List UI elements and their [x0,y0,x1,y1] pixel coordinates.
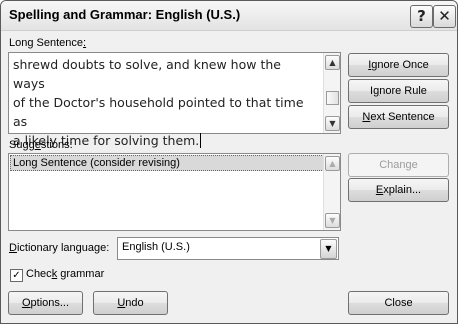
suggestions-label-post: stions: [40,139,73,151]
options-button[interactable]: Options... [8,291,83,315]
undo-button[interactable]: Undo [93,291,168,315]
dictionary-language-label: Dictionary language: [9,242,109,254]
sentence-label-text: Long Sentence [9,37,84,49]
suggestion-item[interactable]: Long Sentence (consider revising) [10,155,324,171]
scroll-down-arrow-icon[interactable]: ▼ [325,116,340,131]
undo-post: ndo [125,297,144,309]
suggestions-label-pre: Sugg [9,139,35,151]
dictionary-language-value: English (U.S.) [122,241,190,253]
chevron-down-icon[interactable]: ▼ [320,239,337,259]
change-button[interactable]: Change [348,153,449,177]
next-sentence-button[interactable]: Next Sentence [348,105,449,129]
sentence-text: shrewd doubts to solve, and knew how the… [13,55,313,150]
dictionary-language-select[interactable]: English (U.S.) ▼ [117,237,339,260]
ignore-rule-post: nore Rule [379,85,427,97]
scroll-up-arrow-icon[interactable]: ▲ [325,55,340,70]
check-grammar-pre: Chec [26,268,52,280]
check-grammar-post: grammar [57,268,105,280]
suggestions-label: Suggestions: [9,139,73,151]
scroll-thumb[interactable] [326,91,339,105]
sentence-label-colon: : [83,37,87,49]
dialog-title: Spelling and Grammar: English (U.S.) [9,7,241,22]
scroll-up-arrow-icon[interactable]: ▲ [325,156,340,171]
sentence-scrollbar[interactable]: ▲ ▼ [323,53,340,133]
ignore-once-button[interactable]: Ignore Once [348,53,449,77]
sentence-line: of the Doctor's household pointed to tha… [13,95,304,129]
next-sentence-post: ext Sentence [370,111,435,123]
explain-post: xplain... [383,184,422,196]
close-button[interactable]: Close [348,291,449,315]
suggestions-list[interactable]: Long Sentence (consider revising) ▲ ▼ [8,153,341,231]
dictionary-label-post: ictionary language: [16,242,110,254]
sentence-line: shrewd doubts to solve, and knew how the… [13,57,281,91]
ignore-once-post: gnore Once [371,59,429,71]
ignore-rule-button[interactable]: Ignore Rule [348,79,449,103]
options-post: ptions... [30,297,70,309]
sentence-textbox[interactable]: shrewd doubts to solve, and knew how the… [8,52,341,148]
help-button[interactable]: ? [410,5,433,28]
dictionary-label-accel: D [9,242,17,254]
explain-button[interactable]: Explain... [348,178,449,202]
scroll-down-arrow-icon[interactable]: ▼ [325,213,340,228]
text-caret [200,133,202,148]
options-accel: O [21,297,31,309]
title-bar[interactable]: Spelling and Grammar: English (U.S.) ? ✕ [1,1,457,31]
close-window-button[interactable]: ✕ [433,5,456,28]
suggestions-scrollbar[interactable]: ▲ ▼ [323,154,340,230]
spelling-grammar-dialog: Spelling and Grammar: English (U.S.) ? ✕… [0,0,458,324]
sentence-label: Long Sentence: [9,37,86,49]
check-grammar-checkbox[interactable]: ✓ [10,269,23,282]
check-grammar-label[interactable]: Check grammar [26,268,104,280]
